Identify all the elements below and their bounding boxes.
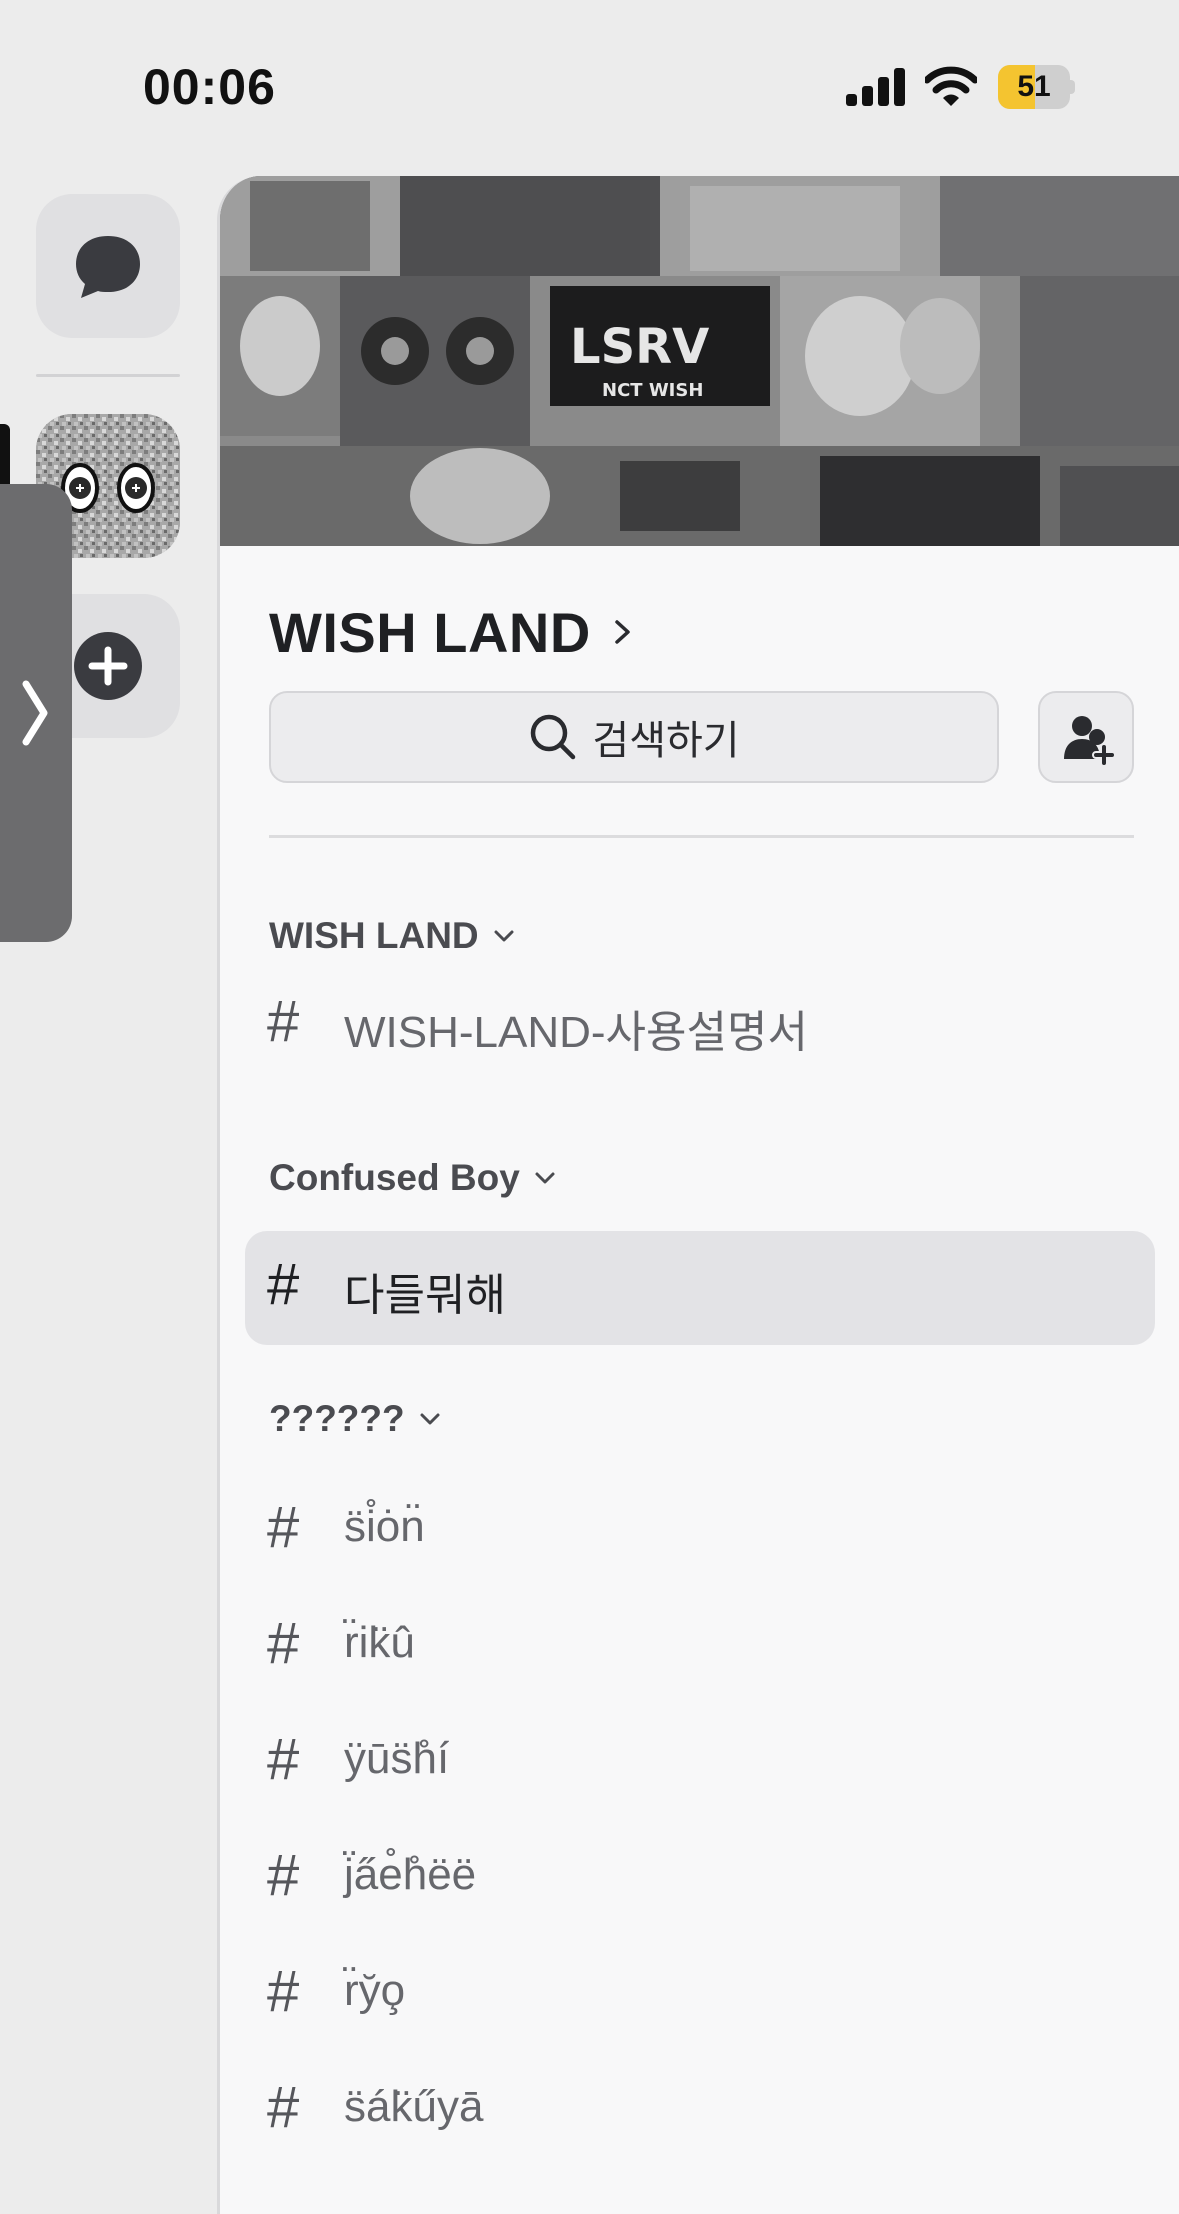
rail-divider bbox=[36, 374, 180, 377]
chevron-down-icon bbox=[535, 1172, 555, 1184]
channel-item[interactable]: # s̈i̊ȯn̈ bbox=[245, 1474, 1155, 1588]
battery-icon: 51 bbox=[998, 65, 1075, 109]
channel-item[interactable]: # r̈ik̈û bbox=[245, 1590, 1155, 1704]
server-name: WISH LAND bbox=[269, 600, 591, 664]
category-label: WISH LAND bbox=[269, 915, 479, 956]
category-header[interactable]: WISH LAND bbox=[269, 906, 515, 966]
chevron-down-icon bbox=[420, 1413, 440, 1425]
chevron-down-icon bbox=[494, 930, 514, 942]
category-header[interactable]: ?????? bbox=[269, 1389, 441, 1449]
channel-hash-icon: # bbox=[267, 989, 300, 1054]
channel-name: 다들뭐해 bbox=[344, 1271, 506, 1320]
chat-bubble-icon bbox=[76, 236, 140, 298]
cellular-signal-icon bbox=[846, 68, 906, 106]
channel-hash-icon: # bbox=[267, 1727, 300, 1792]
channel-hash-icon: # bbox=[267, 1959, 300, 2024]
channel-name: j̈a̋e̊h̊ëë bbox=[344, 1850, 477, 1899]
channel-item[interactable]: # ÿūs̈h̊í bbox=[245, 1706, 1155, 1820]
chevron-right-icon bbox=[615, 620, 630, 644]
category-header[interactable]: Confused Boy bbox=[269, 1148, 556, 1208]
category-label: Confused Boy bbox=[269, 1157, 520, 1198]
collapse-sidebar-tab[interactable] bbox=[0, 484, 72, 942]
channel-hash-icon: # bbox=[267, 1611, 300, 1676]
server-header[interactable]: WISH LAND bbox=[269, 592, 633, 672]
category-label: ?????? bbox=[269, 1398, 405, 1439]
server-banner: LSRV NCT WISH bbox=[220, 176, 1179, 546]
svg-text:LSRV: LSRV bbox=[570, 319, 709, 375]
invite-members-button[interactable] bbox=[1038, 691, 1134, 783]
channel-name: ÿūs̈h̊í bbox=[344, 1734, 450, 1783]
search-icon bbox=[531, 714, 576, 760]
channel-item[interactable]: # r̈y̆o̧ bbox=[245, 1938, 1155, 2052]
chevron-right-icon bbox=[22, 680, 48, 746]
channel-item[interactable]: # j̈a̋e̊h̊ëë bbox=[245, 1822, 1155, 1936]
add-user-icon bbox=[1064, 716, 1114, 765]
channel-hash-icon: # bbox=[267, 2075, 300, 2140]
direct-messages-button[interactable] bbox=[36, 194, 180, 338]
search-label: 검색하기 bbox=[592, 719, 740, 763]
channel-hash-icon: # bbox=[267, 1843, 300, 1908]
search-button[interactable]: 검색하기 bbox=[269, 691, 999, 783]
channel-hash-icon: # bbox=[267, 1252, 300, 1317]
channel-item-active[interactable]: # 다들뭐해 bbox=[245, 1231, 1155, 1345]
status-bar: 00:06 51 bbox=[0, 0, 1179, 170]
panel-divider bbox=[269, 835, 1134, 838]
channel-name: s̈ák̈űyā bbox=[344, 2082, 484, 2131]
channel-hash-icon: # bbox=[267, 1495, 300, 1560]
server-rail bbox=[0, 170, 215, 2214]
channel-panel: LSRV NCT WISH WISH LAND 검색하기 WISH LAND # bbox=[217, 176, 1179, 2214]
channel-name: r̈ik̈û bbox=[344, 1618, 415, 1667]
wifi-icon bbox=[925, 66, 977, 106]
channel-name: s̈i̊ȯn̈ bbox=[344, 1502, 425, 1551]
banner-text: NCT WISH bbox=[602, 380, 703, 401]
channel-item[interactable]: # s̈ák̈űyā bbox=[245, 2054, 1155, 2168]
channel-name: r̈y̆o̧ bbox=[344, 1966, 406, 2015]
status-time: 00:06 bbox=[143, 59, 276, 115]
battery-percent: 51 bbox=[1017, 70, 1051, 103]
channel-name: WISH-LAND-사용설명서 bbox=[344, 1008, 808, 1057]
channel-item[interactable]: # WISH-LAND-사용설명서 bbox=[245, 968, 1155, 1082]
